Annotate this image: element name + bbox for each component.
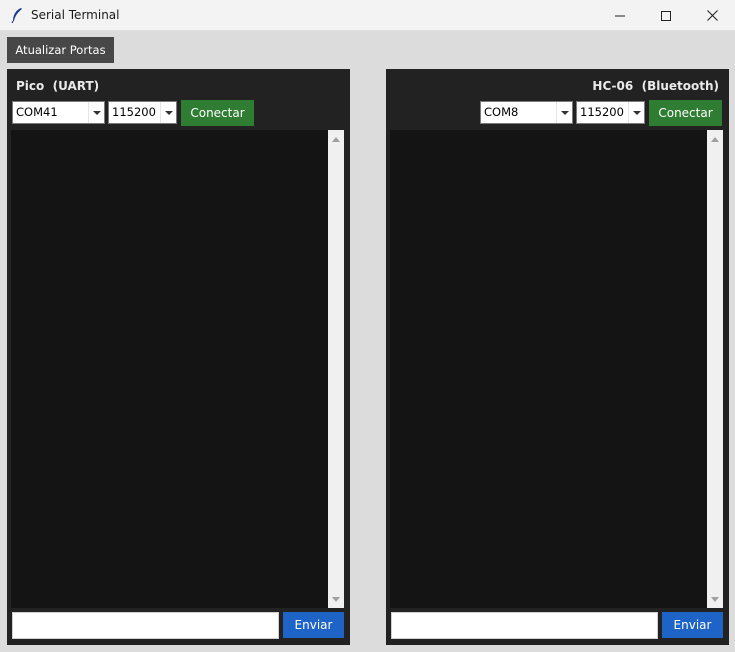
refresh-ports-button[interactable]: Atualizar Portas	[7, 37, 114, 63]
pico-port-value: COM41	[16, 105, 58, 119]
hc06-message-input[interactable]	[391, 612, 658, 639]
hc06-send-button[interactable]: Enviar	[662, 612, 723, 638]
hc06-port-value: COM8	[484, 105, 519, 119]
pico-message-input[interactable]	[12, 612, 279, 639]
scroll-up-icon[interactable]	[707, 132, 723, 146]
hc06-baud-value: 115200	[580, 105, 624, 119]
scroll-up-icon[interactable]	[328, 132, 344, 146]
hc06-console-scrollbar[interactable]	[707, 130, 723, 608]
close-icon	[706, 10, 718, 21]
chevron-down-icon[interactable]	[88, 102, 104, 123]
chevron-down-icon[interactable]	[556, 102, 572, 123]
chevron-down-icon[interactable]	[628, 102, 644, 123]
pico-baud-value: 115200	[112, 105, 156, 119]
pico-panel-title: Pico (UART)	[16, 79, 100, 93]
hc06-console-output[interactable]	[390, 130, 723, 608]
pico-console-output[interactable]	[11, 130, 344, 608]
chevron-down-icon[interactable]	[160, 102, 176, 123]
pico-send-button[interactable]: Enviar	[283, 612, 344, 638]
hc06-baud-select[interactable]: 115200	[576, 101, 645, 124]
hc06-panel: HC-06 (Bluetooth) COM8 115200 Conectar E…	[386, 69, 729, 645]
pico-port-select[interactable]: COM41	[12, 101, 105, 124]
maximize-icon	[661, 10, 671, 21]
feather-icon	[10, 7, 24, 24]
maximize-button[interactable]	[643, 0, 689, 31]
hc06-connect-button[interactable]: Conectar	[649, 100, 722, 126]
minimize-button[interactable]	[597, 0, 643, 31]
pico-console-scrollbar[interactable]	[328, 130, 344, 608]
close-button[interactable]	[689, 0, 735, 31]
pico-connect-button[interactable]: Conectar	[181, 100, 254, 126]
title-bar: Serial Terminal	[0, 0, 735, 31]
pico-panel: Pico (UART) COM41 115200 Conectar Enviar	[7, 69, 350, 645]
scroll-down-icon[interactable]	[707, 592, 723, 606]
pico-baud-select[interactable]: 115200	[108, 101, 177, 124]
hc06-port-select[interactable]: COM8	[480, 101, 573, 124]
scroll-down-icon[interactable]	[328, 592, 344, 606]
hc06-panel-title: HC-06 (Bluetooth)	[592, 79, 719, 93]
window-title: Serial Terminal	[31, 8, 120, 22]
minimize-icon	[615, 15, 625, 16]
